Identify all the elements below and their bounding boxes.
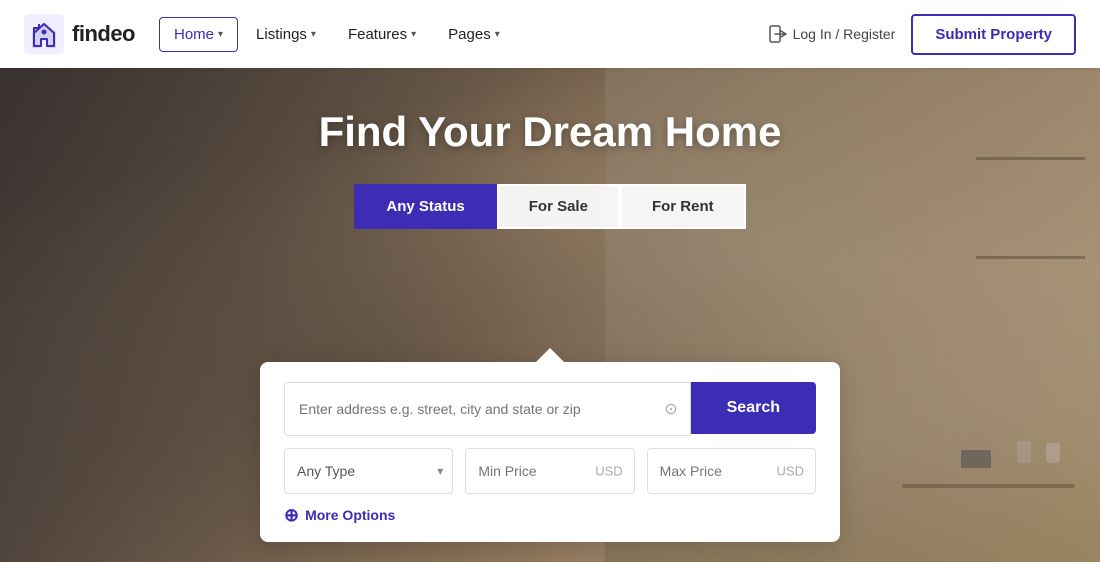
type-select-wrap: Any Type House Apartment Condo Studio La… — [284, 448, 453, 494]
nav-home-chevron: ▾ — [218, 29, 223, 40]
min-price-wrap: USD — [465, 448, 634, 494]
login-label: Log In / Register — [793, 26, 896, 42]
nav-item-pages[interactable]: Pages ▾ — [434, 18, 514, 51]
nav-features-label: Features — [348, 26, 407, 43]
hero-title: Find Your Dream Home — [319, 108, 782, 156]
search-box: ⊙ Search Any Type House Apartment Condo … — [260, 362, 840, 542]
max-price-suffix: USD — [777, 464, 804, 479]
nav-home-label: Home — [174, 26, 214, 43]
nav-links: Home ▾ Listings ▾ Features ▾ Pages ▾ — [159, 17, 769, 52]
more-options-label: More Options — [305, 507, 395, 523]
logo[interactable]: findeo — [24, 14, 135, 54]
brand-name: findeo — [72, 21, 135, 47]
tab-any-status[interactable]: Any Status — [354, 184, 496, 229]
navbar: findeo Home ▾ Listings ▾ Features ▾ Page… — [0, 0, 1100, 68]
search-button[interactable]: Search — [691, 382, 816, 434]
submit-property-button[interactable]: Submit Property — [911, 14, 1076, 55]
type-select[interactable]: Any Type House Apartment Condo Studio La… — [284, 448, 453, 494]
nav-pages-chevron: ▾ — [495, 29, 500, 40]
tab-for-rent[interactable]: For Rent — [620, 184, 746, 229]
nav-item-listings[interactable]: Listings ▾ — [242, 18, 330, 51]
hero-section: Find Your Dream Home Any Status For Sale… — [0, 68, 1100, 562]
search-row: ⊙ Search — [284, 382, 816, 436]
login-icon — [769, 25, 787, 43]
nav-pages-label: Pages — [448, 26, 491, 43]
logo-icon — [24, 14, 64, 54]
nav-listings-chevron: ▾ — [311, 29, 316, 40]
address-input[interactable] — [285, 383, 690, 435]
nav-features-chevron: ▾ — [411, 29, 416, 40]
more-options-icon: ⊕ — [284, 506, 299, 524]
nav-right: Log In / Register Submit Property — [769, 14, 1076, 55]
nav-item-features[interactable]: Features ▾ — [334, 18, 430, 51]
nav-item-home[interactable]: Home ▾ — [159, 17, 238, 52]
min-price-suffix: USD — [595, 464, 622, 479]
nav-listings-label: Listings — [256, 26, 307, 43]
tab-for-sale[interactable]: For Sale — [497, 184, 620, 229]
location-icon: ⊙ — [664, 399, 677, 419]
filter-row: Any Type House Apartment Condo Studio La… — [284, 448, 816, 494]
more-options-link[interactable]: ⊕ More Options — [284, 506, 816, 524]
max-price-wrap: USD — [647, 448, 816, 494]
login-link[interactable]: Log In / Register — [769, 25, 896, 43]
status-tabs: Any Status For Sale For Rent — [354, 184, 745, 229]
address-input-wrap: ⊙ — [284, 382, 691, 436]
